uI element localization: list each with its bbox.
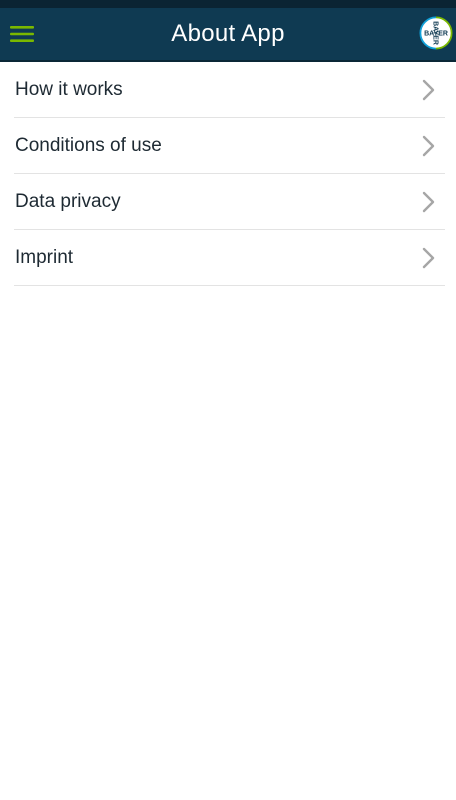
- chevron-right-icon: [415, 189, 441, 215]
- menu-item-label: Imprint: [15, 246, 74, 268]
- menu-item-conditions-of-use[interactable]: Conditions of use: [14, 118, 445, 174]
- menu-item-label: Data privacy: [15, 190, 121, 212]
- hamburger-menu-icon: [10, 26, 34, 42]
- menu-item-imprint[interactable]: Imprint: [14, 230, 445, 286]
- menu-button[interactable]: [6, 18, 38, 50]
- chevron-right-icon: [415, 133, 441, 159]
- chevron-right-icon: [415, 77, 441, 103]
- menu-item-label: Conditions of use: [15, 134, 162, 156]
- bayer-cross-logo: BAYER BAYER: [419, 16, 453, 50]
- svg-text:BAYER: BAYER: [432, 21, 439, 45]
- menu-item-label: How it works: [15, 78, 123, 100]
- status-bar: [0, 0, 456, 8]
- menu-item-how-it-works[interactable]: How it works: [14, 62, 445, 118]
- menu-item-data-privacy[interactable]: Data privacy: [14, 174, 445, 230]
- page-title: About App: [171, 20, 285, 47]
- app-bar: About App BAYER BAYER: [0, 8, 456, 62]
- about-menu-list: How it works Conditions of use Data priv…: [14, 62, 445, 286]
- chevron-right-icon: [415, 245, 441, 271]
